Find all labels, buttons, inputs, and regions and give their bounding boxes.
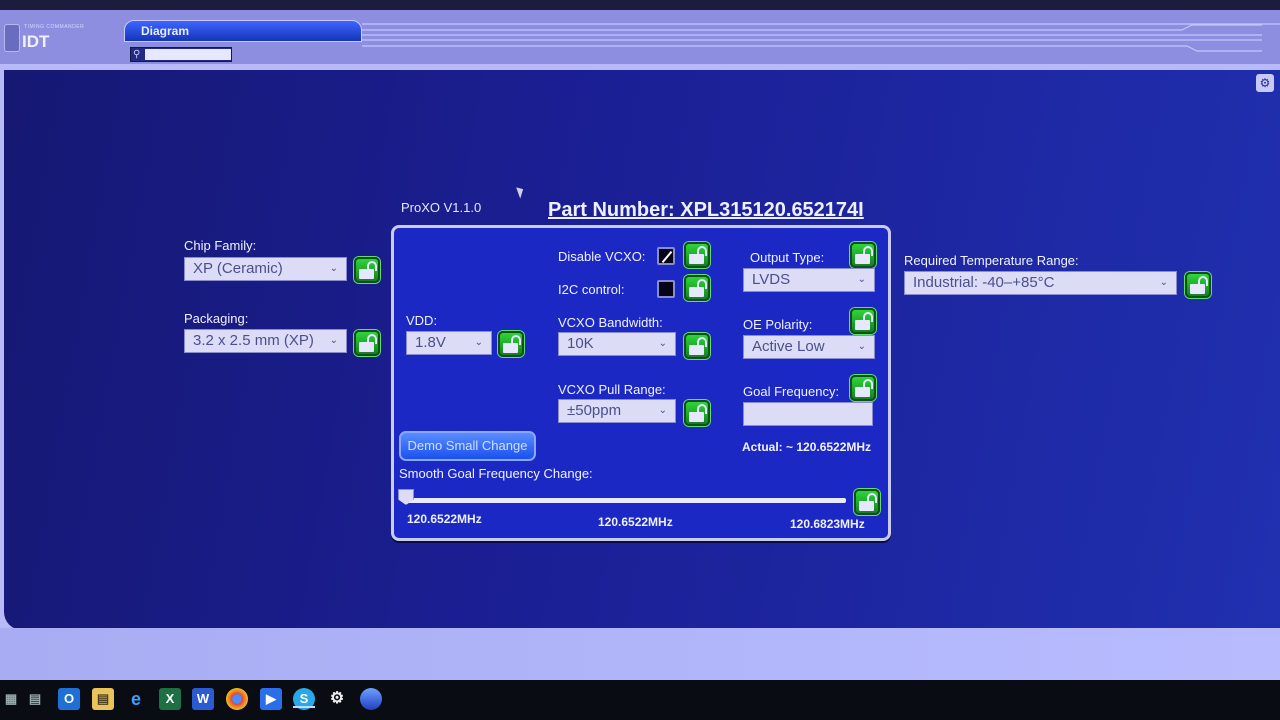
temp-range-lock-icon[interactable] — [1185, 272, 1211, 298]
outlook-icon[interactable]: O — [58, 688, 80, 710]
windows-taskbar: ▦ ▤ O ▤ e X W ▶ S ⚙ — [0, 680, 1280, 720]
word-icon[interactable]: W — [192, 688, 214, 710]
vcxo-pull-range-value: ±50ppm — [567, 402, 622, 419]
goal-frequency-label: Goal Frequency: — [743, 384, 840, 399]
chevron-down-icon: ⌄ — [329, 335, 338, 346]
settings-gear-icon[interactable]: ⚙ — [1256, 74, 1274, 92]
i2c-control-label: I2C control: — [558, 282, 625, 297]
vdd-value: 1.8V — [415, 334, 446, 351]
vcxo-bandwidth-value: 10K — [567, 335, 594, 352]
idt-logo: TIMING COMMANDER IDT — [4, 22, 114, 56]
circuit-traces-decoration — [362, 23, 1280, 52]
temp-range-select[interactable]: Industrial: -40–+85°C ⌄ — [904, 271, 1177, 295]
vcxo-pull-range-select[interactable]: ±50ppm ⌄ — [558, 399, 676, 423]
vcxo-bandwidth-lock-icon[interactable] — [684, 333, 710, 359]
vcxo-bandwidth-select[interactable]: 10K ⌄ — [558, 332, 676, 356]
vcxo-pull-range-lock-icon[interactable] — [684, 400, 710, 426]
logo-subtitle: TIMING COMMANDER — [24, 24, 85, 30]
temp-range-value: Industrial: -40–+85°C — [913, 274, 1055, 291]
slider-lock-icon[interactable] — [854, 489, 880, 515]
smooth-goal-label: Smooth Goal Frequency Change: — [399, 466, 593, 481]
chevron-down-icon: ⌄ — [857, 341, 866, 352]
packaging-lock-icon[interactable] — [354, 330, 380, 356]
oe-polarity-lock-icon[interactable] — [850, 308, 876, 334]
packaging-select[interactable]: 3.2 x 2.5 mm (XP) ⌄ — [184, 329, 347, 353]
goal-frequency-lock-icon[interactable] — [850, 375, 876, 401]
vcxo-bandwidth-label: VCXO Bandwidth: — [558, 315, 663, 330]
logo-text: IDT — [22, 32, 50, 51]
chevron-down-icon: ⌄ — [658, 338, 667, 349]
goal-frequency-input[interactable] — [743, 402, 873, 426]
bottom-band — [0, 628, 1280, 680]
oe-polarity-label: OE Polarity: — [743, 317, 813, 332]
vdd-lock-icon[interactable] — [498, 331, 524, 357]
tab-diagram[interactable]: Diagram — [124, 20, 362, 42]
chip-family-value: XP (Ceramic) — [193, 260, 283, 277]
disable-vcxo-checkbox[interactable] — [657, 247, 675, 265]
settings-icon[interactable]: ⚙ — [326, 688, 348, 710]
edge-icon[interactable]: e — [125, 688, 147, 710]
frequency-slider-track[interactable] — [406, 498, 846, 503]
oe-polarity-select[interactable]: Active Low ⌄ — [743, 335, 875, 359]
timing-commander-icon[interactable] — [360, 688, 382, 710]
packaging-label: Packaging: — [184, 311, 249, 326]
output-type-label: Output Type: — [750, 250, 825, 265]
vdd-select[interactable]: 1.8V ⌄ — [406, 331, 492, 355]
output-type-value: LVDS — [752, 271, 791, 288]
chevron-down-icon: ⌄ — [857, 274, 866, 285]
chrome-icon[interactable] — [226, 688, 248, 710]
slider-mid-label: 120.6522MHz — [598, 515, 673, 529]
packaging-value: 3.2 x 2.5 mm (XP) — [193, 332, 314, 349]
vcxo-pull-range-label: VCXO Pull Range: — [558, 382, 666, 397]
skype-icon[interactable]: S — [293, 688, 315, 710]
part-number[interactable]: Part Number: XPL315120.652174I — [548, 199, 864, 222]
vdd-label: VDD: — [406, 313, 438, 328]
temp-range-label: Required Temperature Range: — [904, 253, 1079, 268]
search-input[interactable] — [145, 49, 231, 60]
file-explorer-icon[interactable]: ▤ — [92, 688, 114, 710]
search-box[interactable]: ⚲ — [130, 47, 232, 62]
chip-logo-icon — [4, 24, 20, 52]
chip-family-lock-icon[interactable] — [354, 257, 380, 283]
power-automate-icon[interactable]: ▶ — [260, 688, 282, 710]
disable-vcxo-label: Disable VCXO: — [558, 249, 646, 264]
excel-icon[interactable]: X — [159, 688, 181, 710]
screen: TIMING COMMANDER IDT Diagram ⚲ ⚙ ProXO V… — [0, 0, 1280, 720]
chevron-down-icon: ⌄ — [329, 263, 338, 274]
chip-family-label: Chip Family: — [184, 238, 257, 253]
start-icon[interactable]: ▦ — [0, 688, 22, 710]
slider-min-label: 120.6522MHz — [407, 512, 482, 526]
slider-max-label: 120.6823MHz — [790, 517, 865, 531]
chip-family-select[interactable]: XP (Ceramic) ⌄ — [184, 257, 347, 281]
task-view-icon[interactable]: ▤ — [24, 688, 46, 710]
output-type-select[interactable]: LVDS ⌄ — [743, 268, 875, 292]
search-icon: ⚲ — [133, 49, 141, 60]
chevron-down-icon: ⌄ — [474, 337, 483, 348]
proxo-version: ProXO V1.1.0 — [401, 200, 482, 215]
output-type-lock-icon[interactable] — [850, 242, 876, 268]
i2c-control-lock-icon[interactable] — [684, 275, 710, 301]
chevron-down-icon: ⌄ — [1159, 277, 1168, 288]
oe-polarity-value: Active Low — [752, 338, 825, 355]
tab-diagram-label: Diagram — [141, 24, 190, 38]
i2c-control-checkbox[interactable] — [657, 280, 675, 298]
disable-vcxo-lock-icon[interactable] — [684, 242, 710, 268]
actual-frequency: Actual: ~ 120.6522MHz — [742, 440, 872, 454]
demo-small-change-button[interactable]: Demo Small Change — [399, 431, 536, 461]
chevron-down-icon: ⌄ — [658, 405, 667, 416]
